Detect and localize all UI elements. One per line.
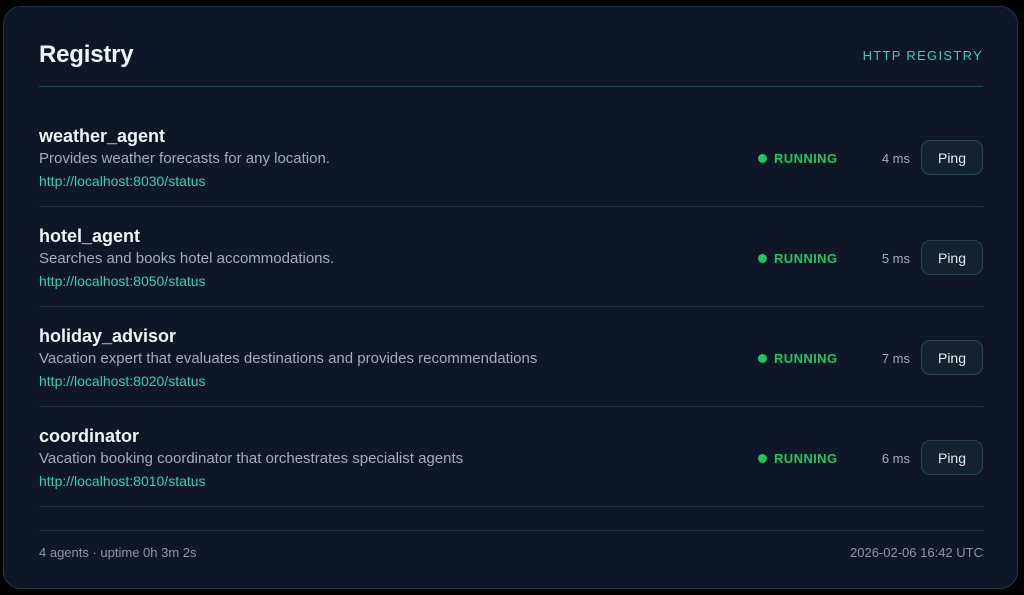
status-label: RUNNING bbox=[774, 151, 838, 166]
ping-button[interactable]: Ping bbox=[921, 440, 983, 475]
ping-button[interactable]: Ping bbox=[921, 140, 983, 175]
agent-list: weather_agent Provides weather forecasts… bbox=[39, 107, 983, 507]
latency-value: 5 ms bbox=[881, 251, 910, 266]
status-dot-icon bbox=[758, 154, 767, 163]
ping-button[interactable]: Ping bbox=[921, 240, 983, 275]
agent-description: Vacation expert that evaluates destinati… bbox=[39, 350, 538, 367]
ping-button[interactable]: Ping bbox=[921, 340, 983, 375]
agent-description: Vacation booking coordinator that orches… bbox=[39, 450, 464, 467]
agent-description: Provides weather forecasts for any locat… bbox=[39, 150, 330, 167]
registry-type-badge: HTTP REGISTRY bbox=[862, 48, 983, 63]
agent-name: coordinator bbox=[39, 426, 140, 446]
status-dot-icon bbox=[758, 454, 767, 463]
status-badge: RUNNING bbox=[758, 351, 837, 366]
registry-summary: 4 agents · uptime 0h 3m 2s bbox=[39, 545, 197, 560]
status-badge: RUNNING bbox=[758, 451, 837, 466]
agent-status-link[interactable]: http://localhost:8020/status bbox=[39, 373, 206, 389]
status-dot-icon bbox=[758, 254, 767, 263]
agent-status-link[interactable]: http://localhost:8050/status bbox=[39, 273, 206, 289]
status-label: RUNNING bbox=[774, 251, 838, 266]
last-updated-timestamp: 2026-02-06 16:42 UTC bbox=[850, 545, 983, 560]
agent-description: Searches and books hotel accommodations. bbox=[39, 250, 335, 267]
status-badge: RUNNING bbox=[758, 251, 837, 266]
latency-value: 4 ms bbox=[881, 151, 910, 166]
agent-row: weather_agent Provides weather forecasts… bbox=[39, 107, 983, 207]
status-badge: RUNNING bbox=[758, 151, 837, 166]
agent-status-link[interactable]: http://localhost:8010/status bbox=[39, 473, 206, 489]
registry-panel: Registry HTTP REGISTRY weather_agent Pro… bbox=[3, 6, 1018, 589]
agent-row: hotel_agent Searches and books hotel acc… bbox=[39, 207, 983, 307]
status-dot-icon bbox=[758, 354, 767, 363]
agent-row: coordinator Vacation booking coordinator… bbox=[39, 407, 983, 507]
registry-footer: 4 agents · uptime 0h 3m 2s 2026-02-06 16… bbox=[39, 530, 983, 591]
registry-header: Registry HTTP REGISTRY bbox=[39, 7, 983, 87]
agent-row: holiday_advisor Vacation expert that eva… bbox=[39, 307, 983, 407]
agent-name: weather_agent bbox=[39, 126, 166, 146]
agent-status-link[interactable]: http://localhost:8030/status bbox=[39, 173, 206, 189]
agent-name: holiday_advisor bbox=[39, 326, 177, 346]
status-label: RUNNING bbox=[774, 351, 838, 366]
agent-name: hotel_agent bbox=[39, 226, 141, 246]
status-label: RUNNING bbox=[774, 451, 838, 466]
page-title: Registry bbox=[39, 41, 134, 68]
latency-value: 6 ms bbox=[881, 451, 910, 466]
latency-value: 7 ms bbox=[881, 351, 910, 366]
